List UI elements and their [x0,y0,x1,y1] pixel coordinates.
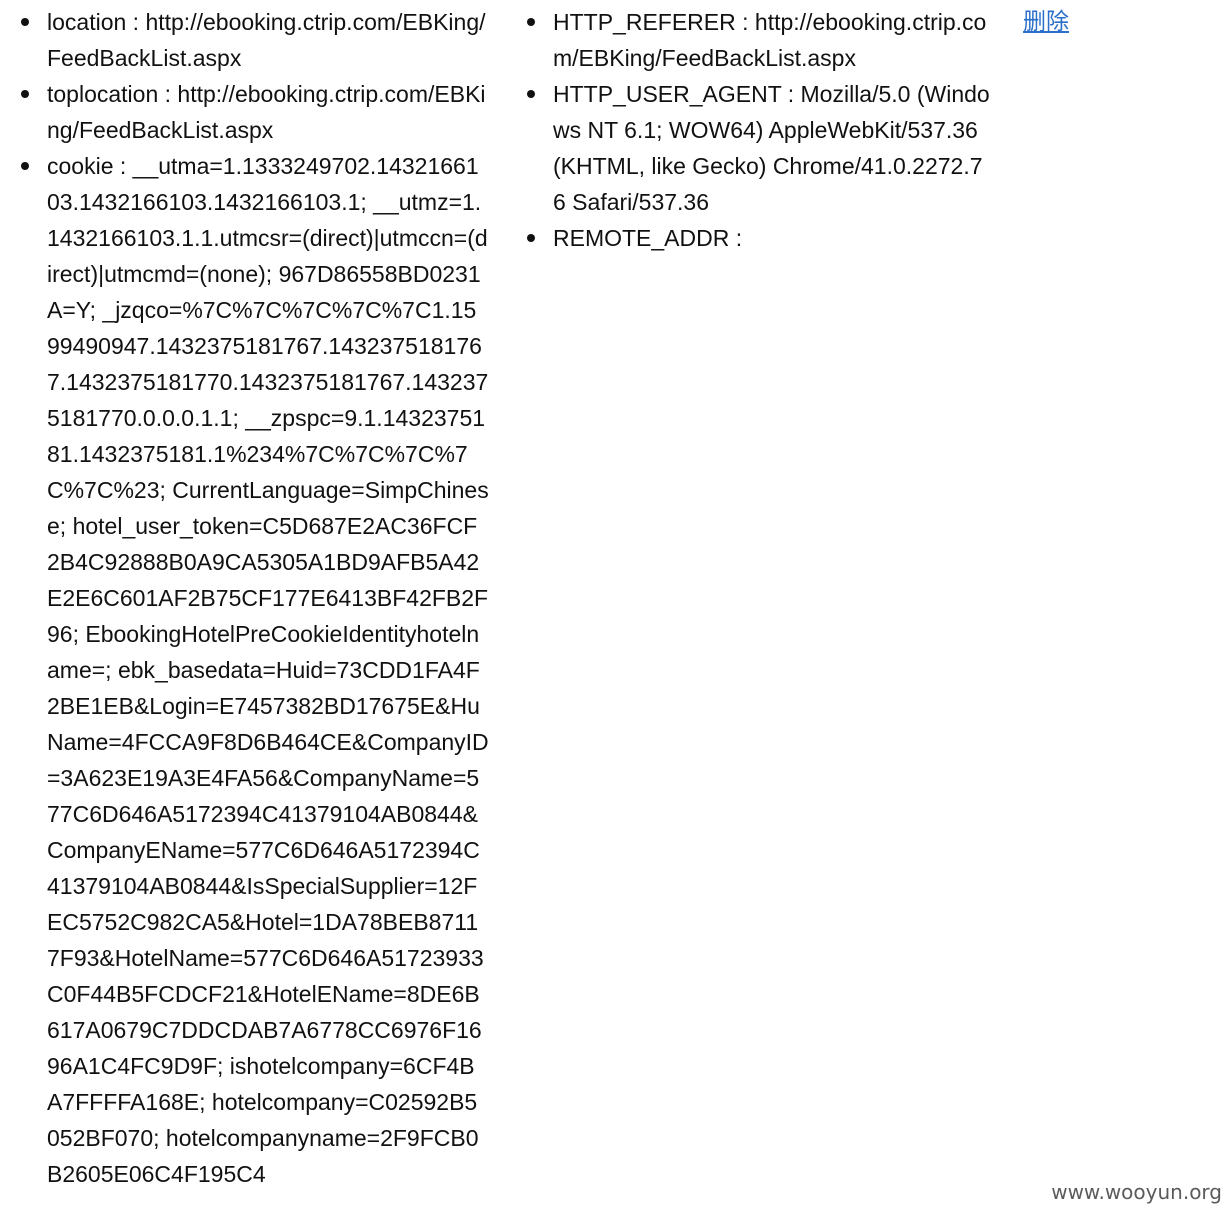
remote-addr-text: REMOTE_ADDR : [553,225,743,251]
list-item-http-referer: HTTP_REFERER : http://ebooking.ctrip.com… [527,4,995,76]
bullet-icon [527,234,535,242]
list-item-http-user-agent: HTTP_USER_AGENT : Mozilla/5.0 (Windows N… [527,76,995,220]
bullet-icon [527,18,535,26]
list-item-toplocation: toplocation : http://ebooking.ctrip.com/… [21,76,489,148]
list-item-cookie: cookie : __utma=1.1333249702.1432166103.… [21,148,489,1192]
bullet-icon [21,162,29,170]
http-user-agent-text: HTTP_USER_AGENT : Mozilla/5.0 (Windows N… [553,81,990,215]
left-info-list: location : http://ebooking.ctrip.com/EBK… [21,4,489,1192]
http-referer-text: HTTP_REFERER : http://ebooking.ctrip.com… [553,9,987,71]
right-info-list: HTTP_REFERER : http://ebooking.ctrip.com… [527,4,995,256]
cookie-text: cookie : __utma=1.1333249702.1432166103.… [47,153,489,1187]
toplocation-text: toplocation : http://ebooking.ctrip.com/… [47,81,486,143]
bullet-icon [21,18,29,26]
watermark: www.wooyun.org [1051,1180,1222,1204]
location-text: location : http://ebooking.ctrip.com/EBK… [47,9,486,71]
list-item-location: location : http://ebooking.ctrip.com/EBK… [21,4,489,76]
delete-link[interactable]: 删除 [1023,4,1069,40]
bullet-icon [21,90,29,98]
list-item-remote-addr: REMOTE_ADDR : [527,220,995,256]
bullet-icon [527,90,535,98]
